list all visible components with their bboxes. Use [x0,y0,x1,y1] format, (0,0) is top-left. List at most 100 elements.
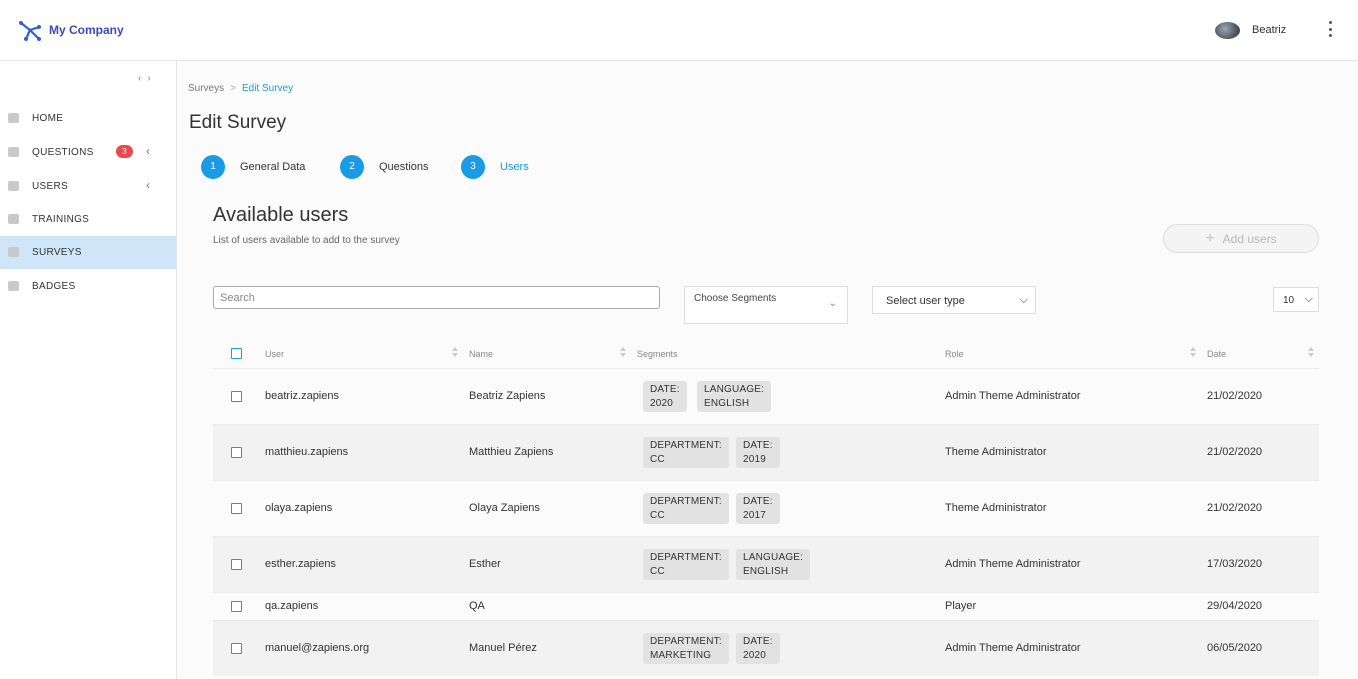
user-type-select-label: Select user type [886,295,965,307]
section-title: Available users [213,204,349,226]
home-icon [8,113,19,123]
questions-icon [8,147,19,157]
name-cell: Olaya Zapiens [469,502,540,514]
name-cell: Esther [469,558,501,570]
user-name[interactable]: Beatriz [1252,24,1286,36]
table-row[interactable]: esther.zapiens Esther DEPARTMENT: CC LANG… [213,536,1319,592]
segment-value: 2019 [743,454,767,465]
sidebar-item-label: HOME [32,113,64,124]
brand-name[interactable]: My Company [49,23,124,37]
column-header-user[interactable]: User [265,349,284,359]
segment-key: DEPARTMENT: [650,636,722,647]
role-cell: Theme Administrator [945,502,1047,514]
user-icon [8,181,19,191]
row-checkbox[interactable] [231,601,242,612]
name-cell: Beatriz Zapiens [469,390,546,402]
add-users-label: Add users [1222,231,1277,246]
sidebar-item-users[interactable]: USERS ‹ [0,170,176,203]
user-cell: manuel@zapiens.org [265,642,370,654]
step-number: 3 [461,155,485,179]
segment-value: 2020 [743,650,767,661]
segment-value: ENGLISH [704,398,750,409]
step-number: 2 [340,155,364,179]
page-size-select[interactable]: 10 ⌵ [1273,287,1319,312]
segment-tag: LANGUAGE: ENGLISH [736,549,811,580]
column-header-date[interactable]: Date [1207,349,1226,359]
row-checkbox[interactable] [231,391,242,402]
segment-key: LANGUAGE: [704,384,765,395]
column-header-role[interactable]: Role [945,349,964,359]
questions-count-badge: 3 [116,145,133,158]
row-checkbox[interactable] [231,503,242,514]
segment-key: DEPARTMENT: [650,496,722,507]
name-cell: QA [469,600,485,612]
step-number: 1 [201,155,225,179]
date-cell: 21/02/2020 [1207,502,1263,514]
user-cell: beatriz.zapiens [265,390,339,402]
breadcrumb-parent[interactable]: Surveys [188,83,224,94]
segment-key: DEPARTMENT: [650,440,722,451]
sort-role-icon[interactable] [1190,347,1196,359]
table-row[interactable]: beatriz.zapiens Beatriz Zapiens DATE: 202… [213,368,1319,424]
user-type-select[interactable]: Select user type ⌵ [872,286,1036,314]
top-header: My Company Beatriz [0,0,1358,61]
date-cell: 21/02/2020 [1207,390,1263,402]
segment-key: DEPARTMENT: [650,552,722,563]
breadcrumb-separator: > [230,83,236,94]
segment-value: 2017 [743,510,767,521]
breadcrumb-current: Edit Survey [241,83,294,94]
segment-tag: DATE: 2020 [643,381,687,412]
sidebar-item-questions[interactable]: QUESTIONS 3 ‹ [0,136,176,169]
sidebar-item-badges[interactable]: BADGES [0,270,176,303]
sidebar-item-surveys[interactable]: SURVEYS [0,236,176,269]
segment-value: 2020 [650,398,674,409]
sidebar-item-home[interactable]: HOME [0,102,176,135]
role-cell: Admin Theme Administrator [945,558,1081,570]
segment-tag: DEPARTMENT: MARKETING [643,633,729,664]
chevron-left-icon[interactable]: ‹ [146,144,150,158]
role-cell: Admin Theme Administrator [945,642,1081,654]
segment-tag: DEPARTMENT: CC [643,437,729,468]
search-input[interactable] [213,286,660,309]
segments-dropdown[interactable]: Choose Segments ⌄ [684,286,848,324]
user-cell: matthieu.zapiens [265,446,349,458]
segments-dropdown-label: Choose Segments [694,293,777,304]
table-row[interactable]: qa.zapiens QA Player 29/04/2020 [213,592,1319,620]
chevron-left-icon[interactable]: ‹ [146,178,150,192]
table-row[interactable]: manuel@zapiens.org Manuel Pérez DEPARTME… [213,620,1319,676]
page-size-value: 10 [1283,295,1295,306]
chevron-down-icon: ⌄ [828,298,837,309]
avatar[interactable] [1215,22,1240,39]
date-cell: 17/03/2020 [1207,558,1263,570]
table-row[interactable]: olaya.zapiens Olaya Zapiens DEPARTMENT: C… [213,480,1319,536]
sort-user-icon[interactable] [452,347,458,359]
more-options-icon[interactable] [1322,19,1338,39]
role-cell: Player [945,600,977,612]
segment-key: DATE: [650,384,680,395]
add-users-button[interactable]: + Add users [1163,224,1319,253]
page-title: Edit Survey [189,112,287,133]
role-cell: Theme Administrator [945,446,1047,458]
sidebar-item-trainings[interactable]: TRAININGS [0,203,176,236]
column-header-name[interactable]: Name [469,349,493,359]
sidebar-collapse-toggle-icon[interactable]: ‹› [138,73,157,84]
table-row[interactable]: matthieu.zapiens Matthieu Zapiens DEPART… [213,424,1319,480]
sidebar-item-label: BADGES [32,281,76,292]
chevron-down-icon: ⌵ [1019,294,1028,306]
row-checkbox[interactable] [231,643,242,654]
table-header: User Name Segments Role Date [213,341,1319,367]
company-logo-icon[interactable] [18,19,42,43]
segment-key: DATE: [743,440,773,451]
plus-icon: + [1205,229,1215,247]
segment-tag: DATE: 2017 [736,493,780,524]
sort-date-icon[interactable] [1308,347,1314,359]
row-checkbox[interactable] [231,447,242,458]
row-checkbox[interactable] [231,559,242,570]
badge-icon [8,281,19,291]
select-all-checkbox[interactable] [231,348,242,359]
segment-value: CC [650,510,665,521]
step-label: Users [500,161,529,173]
segment-tag: LANGUAGE: ENGLISH [697,381,772,412]
column-header-segments: Segments [637,349,678,359]
sort-name-icon[interactable] [620,347,626,359]
